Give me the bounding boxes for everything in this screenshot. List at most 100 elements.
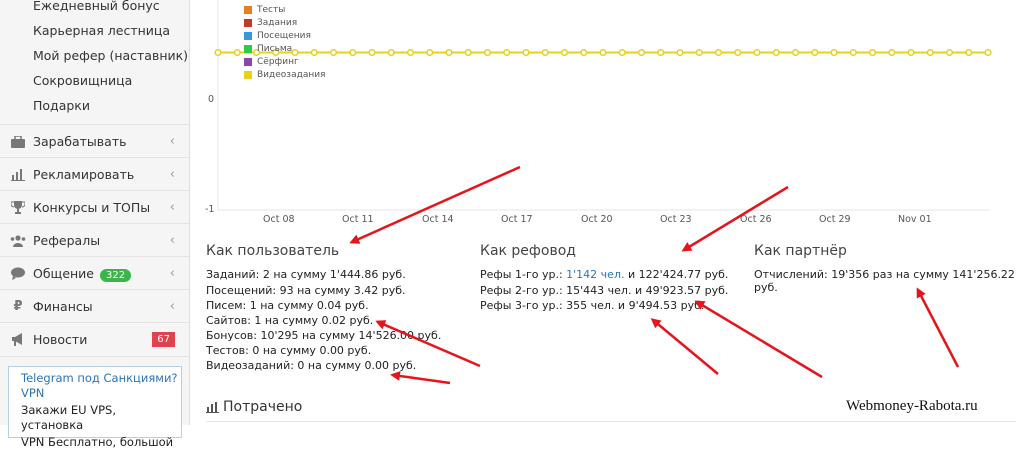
x-tick-label: Oct 08 [263, 214, 295, 225]
data-point [580, 48, 588, 57]
bullhorn-icon [9, 332, 27, 348]
data-point [695, 48, 703, 57]
data-point [483, 48, 492, 57]
legend-item[interactable]: Тесты [244, 3, 325, 16]
data-point [214, 48, 222, 57]
partner-stat-line: Отчислений: 19'356 раз на сумму 141'256.… [754, 268, 1015, 294]
user-stat-line: Видеозаданий: 0 на сумму 0.00 руб. [206, 359, 417, 372]
referrer-stat-line: Рефы 3-го ур.: 355 чел. и 9'494.53 руб. [480, 299, 705, 312]
sidebar-item-news[interactable]: Новости 67 [0, 322, 189, 357]
legend-item[interactable]: Посещения [244, 29, 325, 42]
data-point [849, 48, 857, 57]
x-tick-label: Oct 11 [342, 214, 374, 225]
sidebar-item-chat[interactable]: Общение 322 ‹ [0, 256, 189, 290]
ruble-icon: ₽ [13, 299, 23, 314]
legend-item[interactable]: Задания [244, 16, 325, 29]
annotation-arrow [650, 318, 719, 375]
data-point [329, 48, 338, 57]
data-point [233, 48, 241, 57]
chevron-left-icon: ‹ [169, 299, 175, 314]
y-tick-label: -1 [205, 204, 215, 215]
chart-legend: Тесты Задания Посещения Письма Сёрфинг В… [244, 3, 325, 81]
data-point [945, 48, 954, 57]
referrer-stats-title: Как рефовод [480, 243, 576, 259]
chevron-left-icon: ‹ [169, 233, 175, 248]
legend-swatch [244, 57, 252, 66]
legend-item[interactable]: Видеозадания [244, 68, 325, 81]
referrer-stat-line: Рефы 1-го ур.: 1'142 чел. и 122'424.77 р… [480, 268, 729, 281]
x-tick-label: Oct 26 [740, 214, 772, 225]
x-tick-label: Oct 29 [819, 214, 851, 225]
user-stat-line: Писем: 1 на сумму 0.04 руб. [206, 299, 369, 312]
data-point [714, 48, 723, 57]
data-point [541, 48, 549, 57]
promo-text-line: Закажи EU VPS, установка [21, 403, 116, 432]
unread-badge: 322 [100, 268, 132, 282]
sidebar-item-label: Рефералы [33, 233, 101, 248]
legend-swatch [244, 70, 252, 79]
data-point [811, 48, 819, 57]
data-point [522, 48, 530, 57]
spent-section-title: Потрачено [206, 399, 302, 415]
sidebar-item-label: Общение 322 [33, 266, 132, 282]
x-tick-label: Nov 01 [898, 214, 932, 225]
referrer-stat-line: Рефы 2-го ур.: 15'443 чел. и 49'923.57 р… [480, 284, 729, 297]
promo-link[interactable]: Telegram под Санкциями? VPN [9, 367, 181, 401]
x-tick-label: Oct 20 [581, 214, 613, 225]
data-point [426, 48, 434, 57]
legend-label: Посещения [257, 30, 311, 41]
promo-text-line: VPN Бесплатно, большой [21, 435, 174, 449]
partner-stats-title: Как партнёр [754, 243, 847, 259]
legend-swatch [244, 18, 252, 27]
x-tick-label: Oct 23 [660, 214, 692, 225]
chevron-left-icon: ‹ [169, 266, 175, 281]
user-stat-line: Бонусов: 10'295 на сумму 14'526.00 руб. [206, 329, 442, 342]
annotation-arrow [694, 300, 823, 379]
user-stat-line: Тестов: 0 на сумму 0.00 руб. [206, 344, 372, 357]
legend-item[interactable]: Письма [244, 42, 325, 55]
data-point [560, 48, 569, 57]
annotation-arrow [390, 371, 451, 385]
referrals-level1-link[interactable]: 1'142 чел. [566, 268, 624, 281]
promo-box[interactable]: Telegram под Санкциями? VPN Закажи EU VP… [8, 366, 182, 449]
sidebar-item-finance[interactable]: ₽ Финансы ‹ [0, 289, 189, 323]
section-divider [206, 421, 1016, 422]
data-point [965, 48, 973, 57]
legend-item[interactable]: Сёрфинг [244, 55, 325, 68]
data-point [907, 48, 915, 57]
data-point [830, 48, 838, 57]
watermark: Webmoney-Rabota.ru [846, 398, 978, 414]
legend-label: Тесты [257, 4, 286, 15]
legend-swatch [244, 44, 252, 53]
data-point [926, 48, 934, 57]
y-tick-label: 0 [208, 94, 215, 105]
data-point [868, 48, 877, 57]
data-point [387, 48, 395, 57]
data-point [753, 48, 761, 57]
legend-label: Задания [257, 17, 298, 28]
data-point [368, 48, 376, 57]
news-count-badge: 67 [152, 332, 175, 347]
data-point [676, 48, 684, 57]
data-point [406, 48, 415, 57]
data-point [445, 48, 453, 57]
x-tick-label: Oct 17 [501, 214, 533, 225]
sidebar-item-label: Финансы [33, 299, 93, 314]
data-point [618, 48, 626, 57]
users-icon [9, 233, 27, 249]
legend-swatch [244, 31, 252, 40]
x-tick-label: Oct 14 [422, 214, 454, 225]
bar-chart-icon [206, 401, 219, 413]
data-point [772, 48, 780, 57]
data-point [888, 48, 896, 57]
data-point [791, 48, 800, 57]
data-point [599, 48, 607, 57]
data-point [637, 48, 646, 57]
data-point [464, 48, 472, 57]
legend-swatch [244, 5, 252, 14]
data-point [349, 48, 357, 57]
sidebar-item-label: Новости [33, 332, 88, 347]
legend-label: Сёрфинг [257, 56, 299, 67]
user-stat-line: Заданий: 2 на сумму 1'444.86 руб. [206, 268, 406, 281]
comments-icon [9, 266, 27, 282]
